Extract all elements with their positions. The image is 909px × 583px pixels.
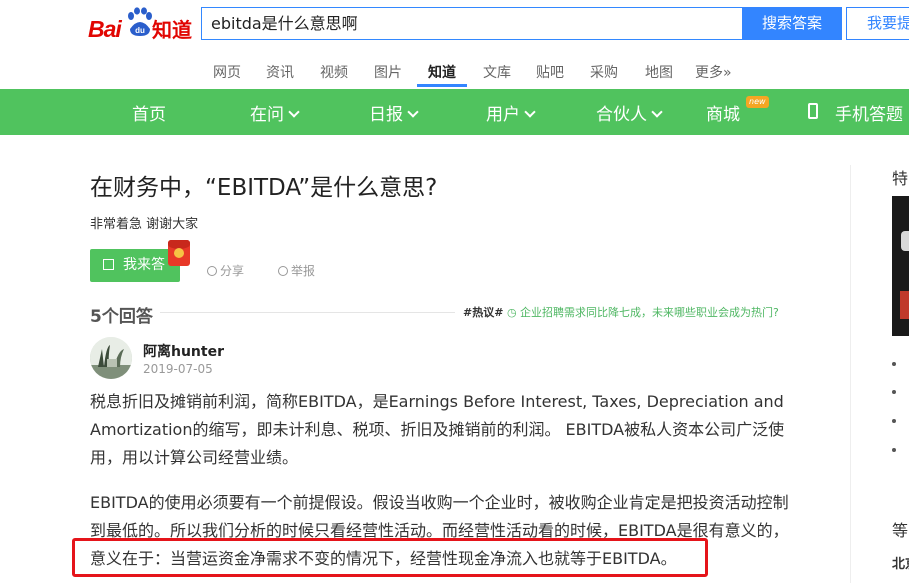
hot-topic-tag: #热议# <box>463 306 504 319</box>
top-nav-zhidao[interactable]: 知道 <box>428 62 456 82</box>
nav-mall-label: 商城 <box>706 105 740 125</box>
top-nav-images[interactable]: 图片 <box>374 62 402 82</box>
top-nav-more[interactable]: 更多» <box>695 62 732 82</box>
red-packet-icon[interactable] <box>168 240 190 266</box>
answer-date: 2019-07-05 <box>143 362 213 376</box>
top-nav-video[interactable]: 视频 <box>320 62 348 82</box>
sidebar-divider <box>850 165 851 583</box>
chevron-down-icon <box>651 106 663 118</box>
hot-topic-link[interactable]: #热议# ◷ 企业招聘需求同比降七成，未来哪些职业会成为热门? <box>463 304 779 320</box>
sidebar-promo-image[interactable] <box>892 196 909 336</box>
nav-users[interactable]: 用户 <box>486 100 536 125</box>
share-icon <box>207 266 217 276</box>
highlight-annotation-box <box>72 538 708 577</box>
report-label: 举报 <box>291 264 316 278</box>
logo-du-text: du <box>135 26 145 35</box>
nav-home[interactable]: 首页 <box>132 100 166 125</box>
nav-mobile-answer-label: 手机答题 <box>835 105 903 125</box>
nav-mobile-answer[interactable]: 手机答题 <box>835 100 903 125</box>
nav-home-label: 首页 <box>132 105 166 125</box>
chevron-down-icon <box>288 106 300 118</box>
answer-button[interactable]: 我来答 <box>90 249 180 282</box>
phone-icon <box>808 103 818 119</box>
top-nav-web[interactable]: 网页 <box>213 62 241 82</box>
share-button[interactable]: 分享 <box>207 262 244 279</box>
nav-asking[interactable]: 在问 <box>250 100 300 125</box>
nav-partners-label: 合伙人 <box>596 105 647 125</box>
main-nav-bar: 首页 在问 日报 用户 合伙人 商城 new 手机答题 <box>0 89 909 135</box>
chevron-down-icon <box>524 106 536 118</box>
active-tab-underline <box>417 84 467 87</box>
top-nav-map[interactable]: 地图 <box>645 62 673 82</box>
edit-icon <box>103 259 114 270</box>
sidebar-bullet <box>892 390 896 394</box>
answer-count: 5个回答 <box>90 307 153 327</box>
ask-question-button[interactable]: 我要提问 <box>846 7 909 40</box>
report-icon <box>278 266 288 276</box>
sidebar-bullet <box>892 419 896 423</box>
report-button[interactable]: 举报 <box>278 262 315 279</box>
sidebar-bullet <box>892 362 896 366</box>
chevron-down-icon <box>407 106 419 118</box>
sidebar-item-text[interactable]: 北京 <box>892 553 909 572</box>
nav-partners[interactable]: 合伙人 <box>596 100 663 125</box>
top-nav-wenku[interactable]: 文库 <box>483 62 511 82</box>
paw-icon: du <box>128 7 152 36</box>
hot-topic-text: 企业招聘需求同比降七成，未来哪些职业会成为热门? <box>520 306 779 319</box>
top-nav: 网页 资讯 视频 图片 知道 文库 贴吧 采购 地图 更多» <box>0 52 909 88</box>
logo-zhidao-text: 知道 <box>152 18 192 42</box>
hot-topic-icon: ◷ <box>506 306 517 319</box>
sidebar-title: 特 <box>892 169 909 188</box>
top-nav-tieba[interactable]: 贴吧 <box>536 62 564 82</box>
logo-bai-text: Bai <box>88 16 122 42</box>
sidebar-bullet <box>892 448 896 452</box>
answer-paragraph-1: 税息折旧及摊销前利润，简称EBITDA，是Earnings Before Int… <box>90 392 785 467</box>
question-title: 在财务中，“EBITDA”是什么意思? <box>90 175 438 201</box>
sidebar-section-title: 等 <box>892 521 909 540</box>
promo-image-shape <box>900 291 909 319</box>
avatar[interactable] <box>90 337 132 379</box>
new-badge: new <box>746 96 769 108</box>
promo-image-shape <box>901 231 909 251</box>
nav-asking-label: 在问 <box>250 105 284 125</box>
answer-button-label: 我来答 <box>123 257 165 273</box>
section-divider <box>160 312 455 313</box>
avatar-image <box>90 337 132 379</box>
search-input[interactable]: ebitda是什么意思啊 <box>201 7 742 40</box>
search-answers-button[interactable]: 搜索答案 <box>742 7 842 40</box>
top-nav-purchase[interactable]: 采购 <box>590 62 618 82</box>
share-label: 分享 <box>220 264 245 278</box>
question-description: 非常着急 谢谢大家 <box>90 217 199 232</box>
top-nav-news[interactable]: 资讯 <box>266 62 294 82</box>
red-packet-coin <box>174 248 184 258</box>
nav-mall[interactable]: 商城 <box>706 100 740 125</box>
answerer-name[interactable]: 阿离hunter <box>143 341 224 361</box>
nav-daily[interactable]: 日报 <box>369 100 419 125</box>
nav-users-label: 用户 <box>486 105 520 125</box>
baidu-zhidao-logo[interactable]: Bai du 知道 <box>88 5 194 45</box>
nav-daily-label: 日报 <box>369 105 403 125</box>
